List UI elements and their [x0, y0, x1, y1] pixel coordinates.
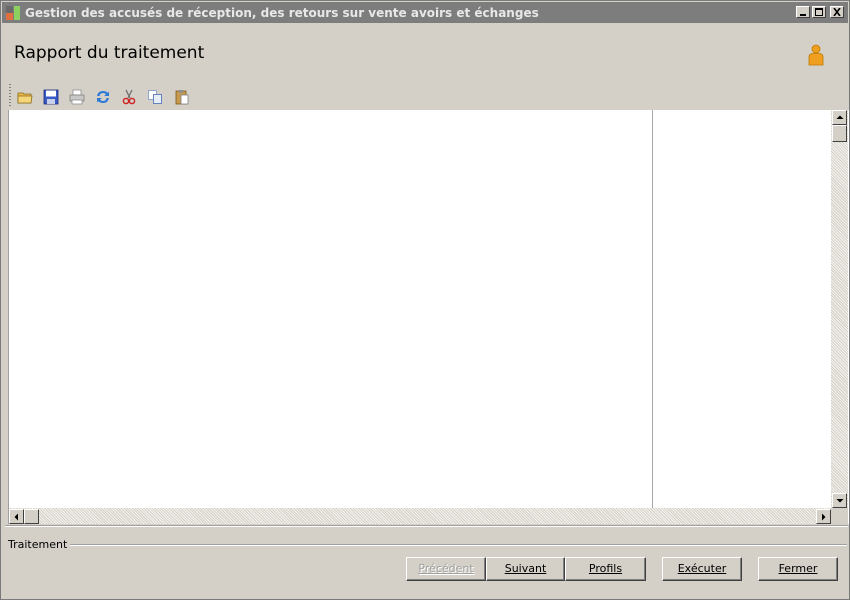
scroll-down-button[interactable]	[832, 493, 847, 508]
maximize-icon	[815, 8, 823, 16]
close-button[interactable]	[830, 6, 844, 18]
title-bar[interactable]: Gestion des accusés de réception, des re…	[2, 2, 848, 23]
cut-icon	[122, 89, 136, 105]
arrow-up-icon	[836, 115, 844, 119]
scroll-up-button[interactable]	[832, 110, 847, 125]
page-title: Rapport du traitement	[14, 43, 205, 63]
app-icon	[6, 6, 20, 20]
execute-button[interactable]: Exécuter	[662, 557, 742, 581]
group-line	[61, 544, 847, 546]
previous-button[interactable]: Précédent	[406, 557, 486, 581]
minimize-icon	[800, 14, 806, 16]
open-button[interactable]	[14, 87, 36, 107]
report-side-pane[interactable]	[653, 110, 831, 508]
scroll-right-button[interactable]	[816, 509, 831, 524]
toolbar	[7, 84, 207, 110]
close-window-button[interactable]: Fermer	[758, 557, 838, 581]
scrollbar-corner	[831, 508, 848, 524]
maximize-button[interactable]	[812, 6, 826, 18]
print-icon	[69, 89, 85, 105]
vertical-scroll-thumb[interactable]	[832, 125, 847, 142]
arrow-left-icon	[14, 513, 18, 521]
vertical-scrollbar[interactable]	[831, 110, 848, 508]
refresh-icon	[97, 91, 109, 103]
horizontal-scrollbar[interactable]	[9, 508, 831, 524]
open-folder-icon	[17, 92, 33, 104]
window-title: Gestion des accusés de réception, des re…	[25, 6, 539, 20]
profiles-button[interactable]: Profils	[565, 557, 646, 581]
paste-button[interactable]	[171, 87, 193, 107]
save-button[interactable]	[40, 87, 62, 107]
close-icon	[833, 8, 841, 16]
next-button[interactable]: Suivant	[486, 557, 565, 581]
horizontal-scroll-thumb[interactable]	[24, 509, 39, 524]
previous-button-label: Précédent	[418, 562, 474, 575]
scroll-left-button[interactable]	[9, 509, 24, 524]
user-icon[interactable]	[806, 44, 826, 66]
cut-button[interactable]	[118, 87, 140, 107]
arrow-down-icon	[836, 499, 844, 503]
report-view[interactable]	[8, 110, 849, 524]
profiles-button-label: Profils	[588, 562, 623, 575]
execute-button-label: Exécuter	[677, 562, 727, 575]
next-button-label: Suivant	[504, 562, 547, 575]
copy-button[interactable]	[144, 87, 166, 107]
arrow-right-icon	[822, 513, 826, 521]
save-icon	[43, 89, 59, 105]
copy-icon	[148, 90, 162, 104]
application-window: Gestion des accusés de réception, des re…	[0, 0, 850, 600]
paste-icon	[175, 90, 189, 105]
separator-line	[5, 525, 848, 527]
toolbar-grip[interactable]	[9, 84, 11, 108]
close-button-label: Fermer	[778, 562, 818, 575]
minimize-button[interactable]	[796, 6, 810, 18]
print-button[interactable]	[66, 87, 88, 107]
refresh-button[interactable]	[92, 87, 114, 107]
group-label-traitement: Traitement	[8, 538, 71, 551]
report-main-pane[interactable]	[9, 110, 651, 508]
